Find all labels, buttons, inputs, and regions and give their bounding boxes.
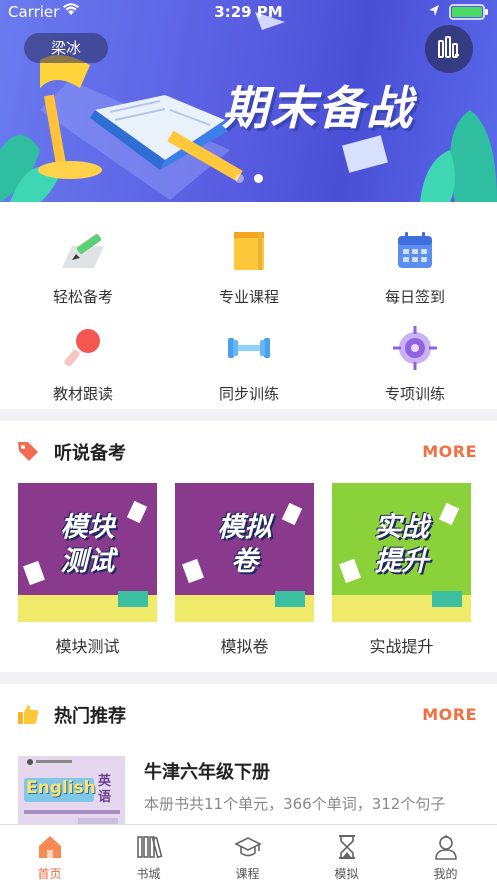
graduation-cap-icon	[234, 837, 262, 857]
cover-text: 模拟 卷	[217, 512, 272, 577]
grid-item-label: 教材跟读	[52, 385, 113, 403]
quick-access-grid: 轻松备考 专业课程 每日签到 教材跟读 同步训练 专项训练	[0, 202, 497, 409]
card-cover: 模块 测试	[18, 483, 157, 622]
microphone-icon	[64, 329, 100, 367]
grid-item-label: 同步训练	[218, 385, 279, 403]
section-header: 听说备考 MORE	[0, 421, 497, 481]
grid-item-daily-checkin[interactable]: 每日签到	[332, 210, 497, 306]
card-label: 模拟卷	[220, 637, 269, 656]
carousel-dot-active[interactable]	[254, 174, 263, 183]
section-title: 热门推荐	[54, 706, 126, 727]
hourglass-icon	[339, 835, 355, 859]
tab-home[interactable]: 首页	[0, 825, 99, 883]
battery-icon	[449, 4, 488, 20]
grid-item-easy-prep[interactable]: 轻松备考	[0, 210, 166, 306]
tab-label: 模拟	[334, 867, 359, 881]
tab-bar: 首页 书城 课程 模拟 我的	[0, 824, 497, 883]
card-cover: 实战 提升	[332, 483, 471, 622]
cover-text: 实战 提升	[374, 512, 429, 577]
tab-profile[interactable]: 我的	[396, 825, 495, 883]
profile-icon	[435, 835, 457, 860]
book-cover-chinese: 英语	[98, 774, 112, 805]
grid-item-label: 专业课程	[218, 288, 279, 306]
card-label: 实战提升	[369, 637, 434, 656]
dumbbell-icon	[228, 338, 270, 358]
grid-item-label: 专项训练	[384, 385, 445, 403]
tab-courses[interactable]: 课程	[198, 825, 297, 883]
tab-bookstore[interactable]: 书城	[99, 825, 198, 883]
tab-label: 首页	[37, 867, 62, 881]
calendar-icon	[398, 232, 432, 268]
book-cover-english: English	[26, 778, 96, 798]
grid-item-special-training[interactable]: 专项训练	[332, 307, 497, 403]
section-header: 热门推荐 MORE	[0, 684, 497, 744]
stats-button[interactable]	[425, 25, 473, 73]
tab-label: 书城	[136, 867, 161, 881]
carousel-dot[interactable]	[235, 174, 244, 183]
grid-item-label: 轻松备考	[52, 288, 113, 306]
section-title: 听说备考	[54, 443, 126, 464]
banner[interactable]: Carrier 3:29 PM 梁冰 期末备战	[0, 0, 497, 202]
status-bar: Carrier 3:29 PM	[0, 0, 497, 26]
tab-mock[interactable]: 模拟	[297, 825, 396, 883]
grid-item-label: 每日签到	[384, 288, 445, 306]
grid-item-textbook-reading[interactable]: 教材跟读	[0, 307, 166, 403]
bar-chart-icon	[438, 36, 459, 58]
tab-label: 我的	[433, 867, 458, 881]
grid-item-sync-training[interactable]: 同步训练	[166, 307, 332, 403]
tab-label: 课程	[235, 867, 260, 881]
location-arrow-icon	[429, 5, 439, 16]
target-icon	[393, 326, 437, 370]
banner-title: 期末备战	[222, 81, 414, 135]
more-link[interactable]: MORE	[422, 442, 477, 461]
card-label: 模块测试	[55, 637, 120, 656]
home-icon	[39, 836, 61, 858]
user-name-chip[interactable]: 梁冰	[24, 33, 108, 63]
more-link[interactable]: MORE	[422, 705, 477, 724]
pencil-paper-icon	[62, 234, 104, 268]
cover-text: 模块 测试	[60, 512, 115, 577]
bookshelf-icon	[137, 836, 163, 859]
card-cover: 模拟 卷	[175, 483, 314, 622]
grid-item-pro-course[interactable]: 专业课程	[166, 210, 332, 306]
hot-recommend-section: 热门推荐 MORE English 英语 牛津六年级下册 本册书共11个单元，3…	[0, 684, 497, 824]
book-description: 本册书共11个单元，366个单词，312个句子	[144, 795, 446, 813]
listening-section: 听说备考 MORE 模块 测试 模块测试 模拟 卷 模拟卷 实战 提升 实战提升	[0, 421, 497, 672]
clock: 3:29 PM	[214, 3, 283, 21]
book-cover[interactable]: English 英语	[18, 756, 125, 824]
tag-icon	[18, 442, 38, 461]
book-icon	[234, 232, 264, 270]
thumbs-up-icon	[18, 705, 39, 724]
book-title[interactable]: 牛津六年级下册	[144, 758, 270, 784]
